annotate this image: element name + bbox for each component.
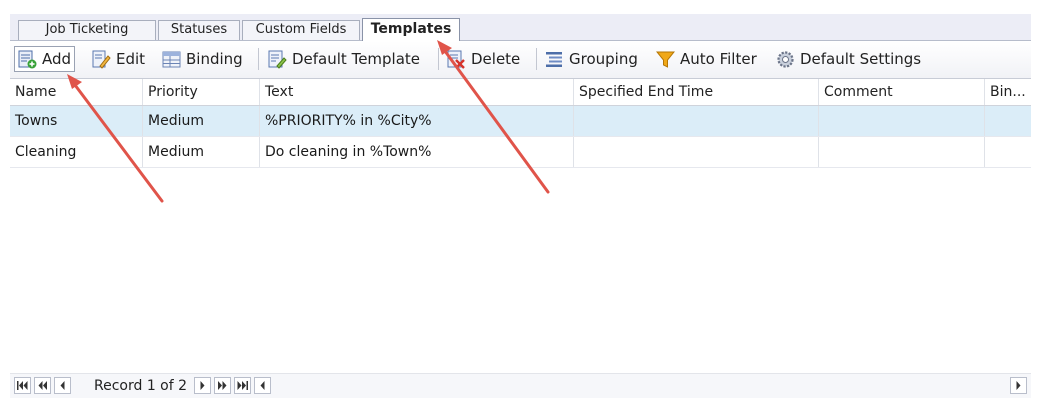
tab-statuses[interactable]: Statuses [158,20,240,40]
binding-icon [162,51,181,67]
default-settings-button-label: Default Settings [800,50,922,68]
column-header-specified-end-time[interactable]: Specified End Time [573,79,818,105]
cell-binding[interactable] [984,106,1031,136]
gear-settings-icon [777,50,794,68]
previous-record-icon [60,381,65,390]
last-record-icon [237,381,248,390]
previous-page-icon [38,381,47,390]
edit-button[interactable]: Edit [92,46,145,72]
scroll-right-button[interactable] [1010,377,1027,394]
edit-button-label: Edit [116,50,146,68]
tab-job-ticketing[interactable]: Job Ticketing [18,20,156,40]
cell-specified-end-time[interactable] [573,137,818,167]
table-row[interactable]: Towns Medium %PRIORITY% in %City% [10,106,1031,137]
first-record-icon [17,381,28,390]
funnel-filter-icon [656,51,675,68]
cell-name[interactable]: Cleaning [10,137,142,167]
first-record-button[interactable] [14,377,31,394]
next-page-icon [218,381,227,390]
cell-priority[interactable]: Medium [142,106,259,136]
default-template-icon [268,50,287,69]
column-header-comment[interactable]: Comment [818,79,984,105]
tab-templates[interactable]: Templates [362,18,460,41]
delete-button[interactable]: Delete [447,46,520,72]
default-template-button-label: Default Template [292,50,421,68]
cell-text[interactable]: %PRIORITY% in %City% [259,106,573,136]
cell-name[interactable]: Towns [10,106,142,136]
scroll-left-icon [260,381,265,390]
default-template-button[interactable]: Default Template [268,46,420,72]
templates-grid: Name Priority Text Specified End Time Co… [10,79,1031,168]
cell-comment[interactable] [818,106,984,136]
cell-specified-end-time[interactable] [573,106,818,136]
binding-button-label: Binding [186,50,243,68]
cell-binding[interactable] [984,137,1031,167]
record-counter: Record 1 of 2 [94,378,188,394]
delete-icon [447,50,465,69]
column-header-priority[interactable]: Priority [142,79,259,105]
grouping-icon [546,51,562,67]
grouping-button[interactable]: Grouping [545,46,638,72]
toolbar-separator [258,48,259,70]
toolbar-separator [536,48,537,70]
auto-filter-button[interactable]: Auto Filter [656,46,757,72]
previous-page-button[interactable] [34,377,51,394]
tab-strip: Job Ticketing Statuses Custom Fields Tem… [10,14,1031,41]
previous-record-button[interactable] [54,377,71,394]
default-settings-button[interactable]: Default Settings [776,46,921,72]
toolbar: Add Edit Binding Default Template Delete… [10,41,1031,79]
record-navigator: Record 1 of 2 [10,373,1031,398]
cell-priority[interactable]: Medium [142,137,259,167]
scroll-right-icon [1016,381,1021,390]
grouping-button-label: Grouping [569,50,638,68]
next-record-icon [200,381,205,390]
grid-header: Name Priority Text Specified End Time Co… [10,79,1031,106]
table-row[interactable]: Cleaning Medium Do cleaning in %Town% [10,137,1031,168]
scroll-left-button[interactable] [254,377,271,394]
add-button[interactable]: Add [14,46,76,72]
delete-button-label: Delete [471,50,521,68]
column-header-name[interactable]: Name [10,79,142,105]
toolbar-separator [438,48,439,70]
tab-custom-fields[interactable]: Custom Fields [242,20,360,40]
cell-comment[interactable] [818,137,984,167]
last-record-button[interactable] [234,377,251,394]
auto-filter-button-label: Auto Filter [680,50,757,68]
add-button-label: Add [42,50,72,68]
next-record-button[interactable] [194,377,211,394]
add-record-icon [18,50,37,68]
cell-text[interactable]: Do cleaning in %Town% [259,137,573,167]
edit-pencil-icon [92,50,111,69]
next-page-button[interactable] [214,377,231,394]
binding-button[interactable]: Binding [162,46,243,72]
column-header-binding[interactable]: Bin... [984,79,1031,105]
column-header-text[interactable]: Text [259,79,573,105]
